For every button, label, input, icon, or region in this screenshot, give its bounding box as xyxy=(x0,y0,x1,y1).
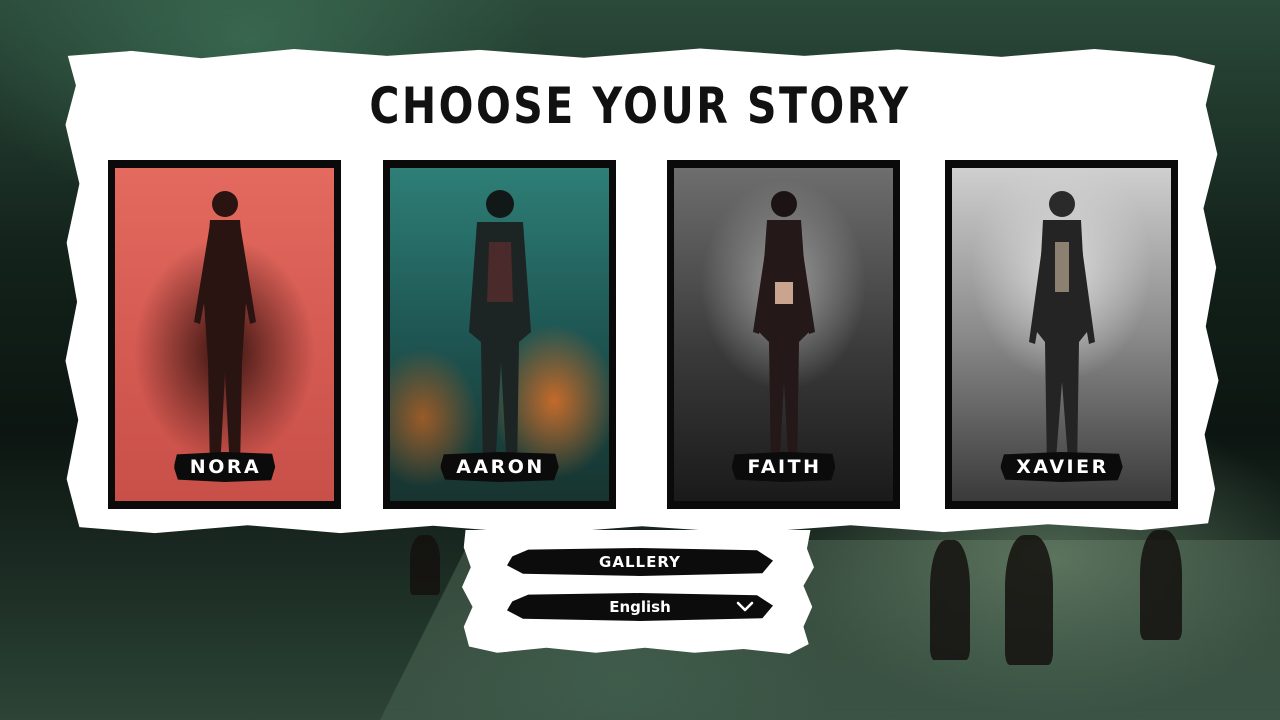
background-zombie-figure xyxy=(1005,535,1053,665)
character-portrait xyxy=(952,168,1171,501)
character-portrait xyxy=(115,168,334,501)
language-select[interactable]: English xyxy=(507,593,773,621)
character-name-label: XAVIER xyxy=(1000,452,1123,482)
character-name-label: FAITH xyxy=(731,452,836,482)
character-portrait xyxy=(674,168,893,501)
gallery-button[interactable]: GALLERY xyxy=(507,548,773,576)
background-zombie-figure xyxy=(930,540,970,660)
character-silhouette xyxy=(468,190,531,472)
character-silhouette xyxy=(752,191,815,472)
chevron-down-icon xyxy=(736,601,754,612)
character-name-label: AARON xyxy=(440,452,559,482)
character-portrait xyxy=(390,168,609,501)
background-zombie-figure xyxy=(1140,530,1182,640)
character-name-label: NORA xyxy=(173,452,276,482)
character-card-xavier[interactable]: XAVIER xyxy=(945,160,1178,509)
character-card-aaron[interactable]: AARON xyxy=(383,160,616,509)
gallery-button-label: GALLERY xyxy=(599,553,681,571)
language-select-value: English xyxy=(609,598,671,616)
background-zombie-figure xyxy=(410,535,440,595)
character-card-faith[interactable]: FAITH xyxy=(667,160,900,509)
character-silhouette xyxy=(1028,191,1095,472)
page-title: CHOOSE YOUR STORY xyxy=(369,77,911,135)
character-card-nora[interactable]: NORA xyxy=(108,160,341,509)
character-silhouette xyxy=(193,191,256,472)
